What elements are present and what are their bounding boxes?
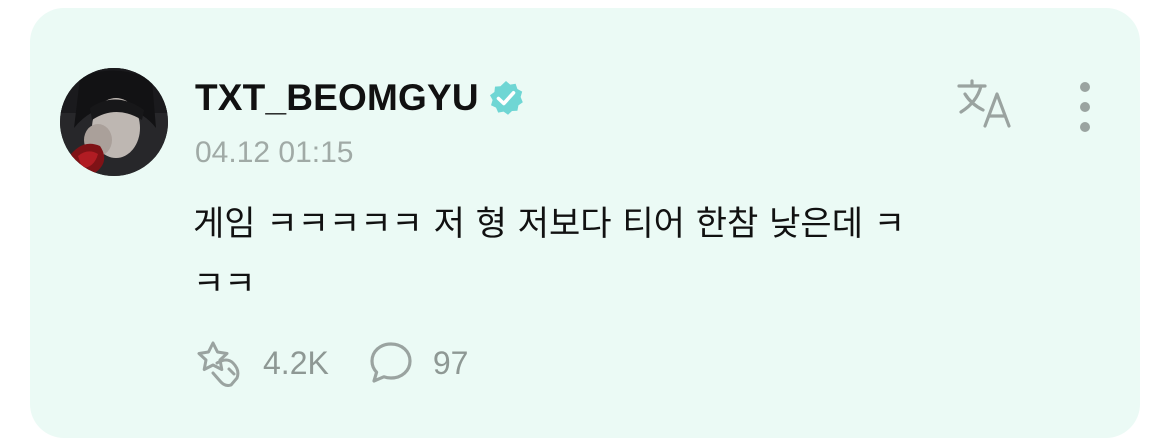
post-card: TXT_BEOMGYU 04.12 01:15 게임 ㅋㅋㅋㅋㅋ 저 형 저보다… [30,8,1140,438]
translate-button[interactable] [955,78,1017,132]
translate-icon [957,79,1011,128]
avatar[interactable] [60,68,168,176]
more-vertical-icon [1080,82,1090,132]
like-count: 4.2K [263,344,329,381]
comment-count: 97 [432,344,469,381]
more-options-button[interactable] [1072,78,1098,136]
post-body: 게임 ㅋㅋㅋㅋㅋ 저 형 저보다 티어 한참 낮은데 ㅋ ㅋㅋ [193,194,1083,314]
username-row: TXT_BEOMGYU [195,74,525,122]
verified-badge-icon [487,79,525,117]
avatar-image [60,68,168,176]
post-body-line: 게임 ㅋㅋㅋㅋㅋ 저 형 저보다 티어 한참 낮은데 ㅋ [193,204,906,244]
comment-button[interactable]: 97 [367,339,469,387]
like-button[interactable]: 4.2K [193,339,329,387]
post-body-line: ㅋㅋ [193,264,256,304]
post-actions: 4.2K 97 [193,338,468,388]
username[interactable]: TXT_BEOMGYU [195,77,479,119]
post-timestamp: 04.12 01:15 [195,136,354,169]
speech-bubble-icon [370,342,412,383]
star-hand-like-icon [197,341,240,387]
